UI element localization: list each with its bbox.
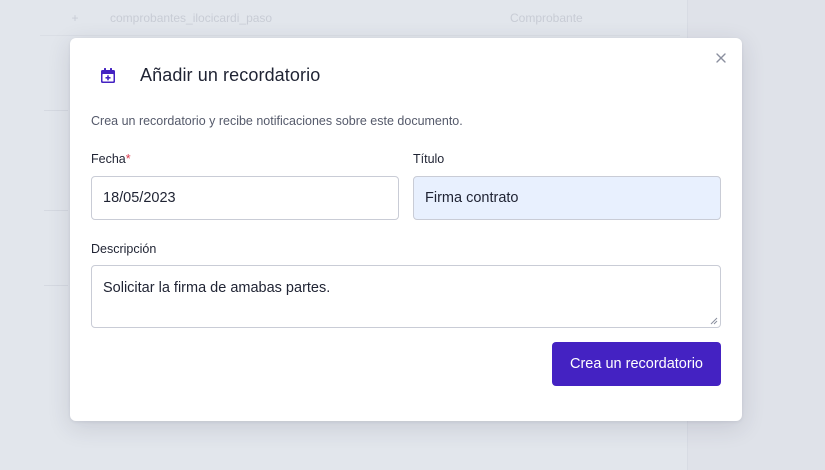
description-textarea[interactable]: Solicitar la firma de amabas partes.: [91, 265, 721, 328]
date-label: Fecha*: [91, 152, 131, 166]
required-mark: *: [125, 152, 131, 166]
date-label-text: Fecha: [91, 152, 126, 166]
create-reminder-button[interactable]: Crea un recordatorio: [552, 342, 721, 386]
description-label: Descripción: [91, 242, 157, 256]
title-label: Título: [413, 152, 445, 166]
dialog-title: Añadir un recordatorio: [140, 65, 321, 85]
dialog-description: Crea un recordatorio y recibe notificaci…: [91, 114, 463, 128]
date-field[interactable]: 18/05/2023: [91, 176, 399, 220]
title-field[interactable]: Firma contrato: [413, 176, 721, 220]
title-field-value: Firma contrato: [425, 190, 519, 206]
close-button[interactable]: [712, 49, 730, 67]
resize-grip-icon[interactable]: [710, 317, 718, 325]
dialog-header: Añadir un recordatorio: [98, 65, 320, 86]
calendar-add-icon: [98, 66, 118, 86]
close-icon: [716, 53, 726, 63]
reminder-dialog: Añadir un recordatorio Crea un recordato…: [70, 38, 742, 421]
description-value: Solicitar la firma de amabas partes.: [103, 280, 331, 296]
date-field-value: 18/05/2023: [103, 190, 176, 206]
